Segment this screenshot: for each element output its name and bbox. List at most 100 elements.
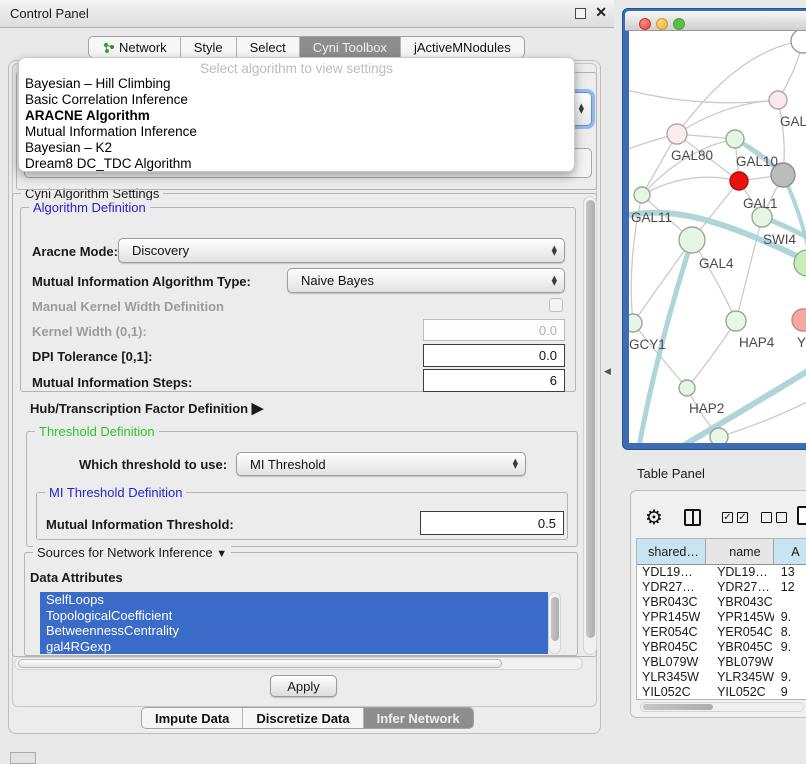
which-threshold-value: MI Threshold [250,457,326,472]
table-horizontal-scrollbar[interactable] [640,702,804,712]
combo-arrows-icon: ▲▼ [552,246,557,256]
settings-vertical-scrollbar[interactable] [583,196,597,655]
data-attribute-item[interactable]: gal4RGexp [40,639,548,655]
document-icon[interactable] [797,506,806,525]
table-cell: YPR145W [637,610,706,625]
tab-network[interactable]: Network [89,37,181,57]
algorithm-option[interactable]: ARACNE Algorithm [19,108,574,124]
mi-threshold-title: MI Threshold Definition [45,485,186,500]
tab-select[interactable]: Select [237,37,300,57]
mi-threshold-field[interactable]: 0.5 [420,511,564,535]
table-row[interactable]: YPR145WYPR145W9. [637,610,806,625]
tab-infer-network[interactable]: Infer Network [364,708,473,728]
node-label: GAL4 [699,256,734,271]
sources-title: Sources for Network Inference ▼ [33,545,231,560]
table-cell: 9 [774,685,806,700]
manual-kernel-checkbox[interactable] [549,298,563,312]
table-row[interactable]: YER054CYER054C8. [637,625,806,640]
table-cell: YBR045C [706,640,774,655]
splitter-collapse-icon[interactable]: ◀ [604,366,611,377]
network-window-titlebar[interactable] [625,11,806,31]
algorithm-dropdown-placeholder: Select algorithm to view settings [19,58,574,76]
zoom-traffic-light-icon[interactable] [673,18,685,30]
attr-list-scrollbar[interactable] [548,592,561,654]
table-row[interactable]: YBR043CYBR043C [637,595,806,610]
network-node[interactable] [726,130,744,148]
tab-discretize-data[interactable]: Discretize Data [243,708,363,728]
mi-type-combo[interactable]: Naive Bayes ▲▼ [287,268,565,293]
table-row[interactable]: YDL19…YDL19…13 [637,565,806,580]
network-node[interactable] [679,380,695,396]
settings-horizontal-scrollbar[interactable] [14,657,583,670]
column-header[interactable]: A [774,539,806,564]
table-cell: YBL079W [706,655,774,670]
aracne-mode-label: Aracne Mode: [32,244,118,259]
network-node[interactable] [710,428,728,443]
table-row[interactable]: YIL052CYIL052C9 [637,685,806,700]
table-panel-title: Table Panel [637,466,705,481]
apply-button[interactable]: Apply [270,675,337,697]
network-node[interactable] [667,124,687,144]
columns-icon[interactable] [684,509,701,526]
tab-jactivemnodules[interactable]: jActiveMNodules [401,37,524,57]
tab-label: Cyni Toolbox [313,40,387,55]
table-cell: 13 [774,565,806,580]
aracne-mode-combo[interactable]: Discovery ▲▼ [118,238,565,263]
network-edge[interactable] [677,100,778,134]
close-panel-icon[interactable]: ✕ [595,4,607,21]
network-node[interactable] [730,172,748,190]
gear-icon[interactable]: ⚙ [645,505,663,529]
network-edge[interactable] [687,321,736,388]
table-row[interactable]: YLR345WYLR345W9. [637,670,806,685]
collapse-down-icon[interactable]: ▼ [216,548,227,560]
algorithm-definition-title: Algorithm Definition [29,200,150,215]
data-attribute-item[interactable]: SelfLoops [40,592,548,608]
data-attribute-item[interactable]: TopologicalCoefficient [40,608,548,624]
algorithm-option[interactable]: Basic Correlation Inference [19,92,574,108]
network-node[interactable] [726,311,746,331]
column-header[interactable]: shared… [637,539,706,564]
close-traffic-light-icon[interactable] [639,18,651,30]
data-attributes-list[interactable]: SelfLoopsTopologicalCoefficientBetweenne… [40,592,548,654]
hub-definition-toggle[interactable]: Hub/Transcription Factor Definition ▶ [30,399,263,417]
collapsed-panel-stub[interactable] [10,752,36,764]
column-header[interactable]: name [706,539,774,564]
dpi-tolerance-field[interactable]: 0.0 [423,344,565,367]
minimize-traffic-light-icon[interactable] [656,18,668,30]
tab-style[interactable]: Style [181,37,237,57]
table-row[interactable]: YBL079WYBL079W [637,655,806,670]
tab-cyni-toolbox[interactable]: Cyni Toolbox [300,37,401,57]
network-node[interactable] [679,227,705,253]
which-threshold-combo[interactable]: MI Threshold ▲▼ [236,452,526,476]
network-node[interactable] [629,314,642,332]
network-node[interactable] [769,91,787,109]
data-attribute-item[interactable]: BetweennessCentrality [40,623,548,639]
algorithm-option[interactable]: Bayesian – K2 [19,140,574,156]
table-row[interactable]: YBR045CYBR045C9. [637,640,806,655]
network-node[interactable] [792,309,806,331]
table-cell [774,655,806,670]
table-row[interactable]: YDR27…YDR27…12 [637,580,806,595]
network-node[interactable] [634,187,650,203]
apply-button-label: Apply [287,679,320,694]
network-canvas[interactable]: GALGAL80GAL10GAL1GAL11SWI4GAL4GCY1HAP4YH… [629,31,806,443]
bottom-tabs: Impute DataDiscretize DataInfer Network [141,707,474,729]
checked-box-icon[interactable]: ✓ [722,512,733,523]
table-cell: YER054C [706,625,774,640]
algorithm-option[interactable]: Bayesian – Hill Climbing [19,76,574,92]
kernel-width-field[interactable]: 0.0 [423,319,565,341]
algorithm-dropdown-popup: Select algorithm to view settings Bayesi… [18,57,575,172]
manual-kernel-label: Manual Kernel Width Definition [32,299,224,314]
algorithm-option[interactable]: Mutual Information Inference [19,124,574,140]
network-node[interactable] [791,31,806,53]
algorithm-option[interactable]: Dream8 DC_TDC Algorithm [19,156,574,172]
checked-box-icon[interactable]: ✓ [737,512,748,523]
unchecked-box-icon[interactable] [776,512,787,523]
mi-steps-field[interactable]: 6 [423,369,565,392]
float-window-icon[interactable] [575,8,586,19]
unchecked-box-icon[interactable] [761,512,772,523]
tab-impute-data[interactable]: Impute Data [142,708,243,728]
network-edge[interactable] [692,240,736,321]
node-attribute-table[interactable]: shared…nameA YDL19…YDL19…13YDR27…YDR27…1… [636,538,806,700]
network-edge[interactable] [633,240,692,323]
